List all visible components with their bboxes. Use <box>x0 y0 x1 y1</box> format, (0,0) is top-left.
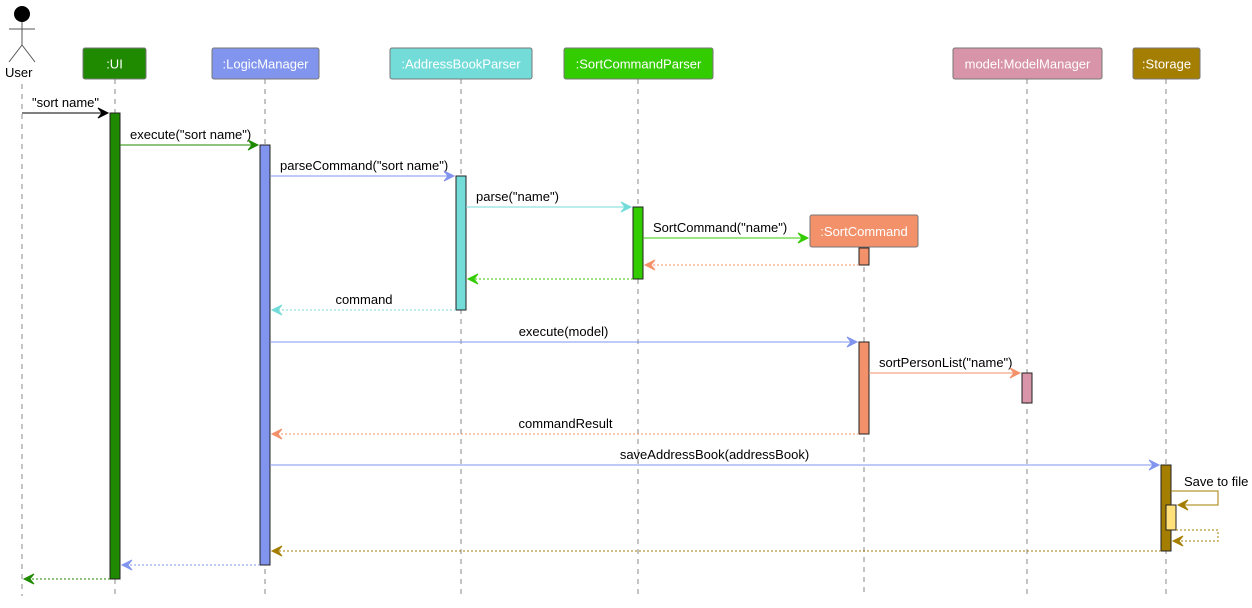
message-label: SortCommand("name") <box>653 220 787 235</box>
activation-scp <box>632 206 644 280</box>
message-label: "sort name" <box>32 95 99 110</box>
participant-label-abp: :AddressBookParser <box>401 57 521 72</box>
message-9: sortPersonList("name") <box>869 355 1020 374</box>
message-label: parseCommand("sort name") <box>280 158 448 173</box>
activation-sc <box>858 341 870 435</box>
message-7: command <box>272 292 456 311</box>
activation-abp <box>455 175 467 311</box>
message-label: commandResult <box>519 416 613 431</box>
sequence-diagram: :UI :LogicManager :AddressBookParser :SortC… <box>5 6 1248 596</box>
message-1: execute("sort name") <box>120 127 258 146</box>
participant-label-ui: :UI <box>106 57 123 72</box>
message-11: saveAddressBook(addressBook) <box>270 447 1159 466</box>
message-label: Save to file <box>1184 474 1248 489</box>
message-label: execute("sort name") <box>130 127 251 142</box>
arrowhead-icon <box>270 428 283 440</box>
message-label: saveAddressBook(addressBook) <box>620 447 809 462</box>
participant-label-sc: :SortCommand <box>820 224 907 239</box>
activation-mm <box>1021 372 1033 404</box>
actor-user: User <box>5 6 36 80</box>
message-0: "sort name" <box>22 95 108 114</box>
actor-label: User <box>5 65 33 80</box>
message-3: parse("name") <box>466 189 631 208</box>
participant-label-logic: :LogicManager <box>223 57 310 72</box>
arrowhead-icon <box>270 304 283 316</box>
message-label: execute(model) <box>519 324 609 339</box>
message-8: execute(model) <box>270 324 857 343</box>
participant-label-storage: :Storage <box>1142 57 1191 72</box>
activation-ui <box>109 112 121 580</box>
message-12: Save to file <box>1171 474 1248 506</box>
message-4: SortCommand("name") <box>643 220 808 239</box>
message-10: commandResult <box>272 416 859 435</box>
message-label: command <box>335 292 392 307</box>
activation-storage-nested <box>1165 504 1177 531</box>
activation-logic <box>259 144 271 566</box>
participant-label-scp: :SortCommandParser <box>576 57 702 72</box>
actor-head-icon <box>14 6 30 22</box>
activation-sc <box>858 247 870 266</box>
message-2: parseCommand("sort name") <box>270 158 454 177</box>
participant-label-mm: model:ModelManager <box>965 57 1091 72</box>
message-label: sortPersonList("name") <box>879 355 1013 370</box>
message-label: parse("name") <box>476 189 559 204</box>
message-line <box>1171 490 1219 506</box>
